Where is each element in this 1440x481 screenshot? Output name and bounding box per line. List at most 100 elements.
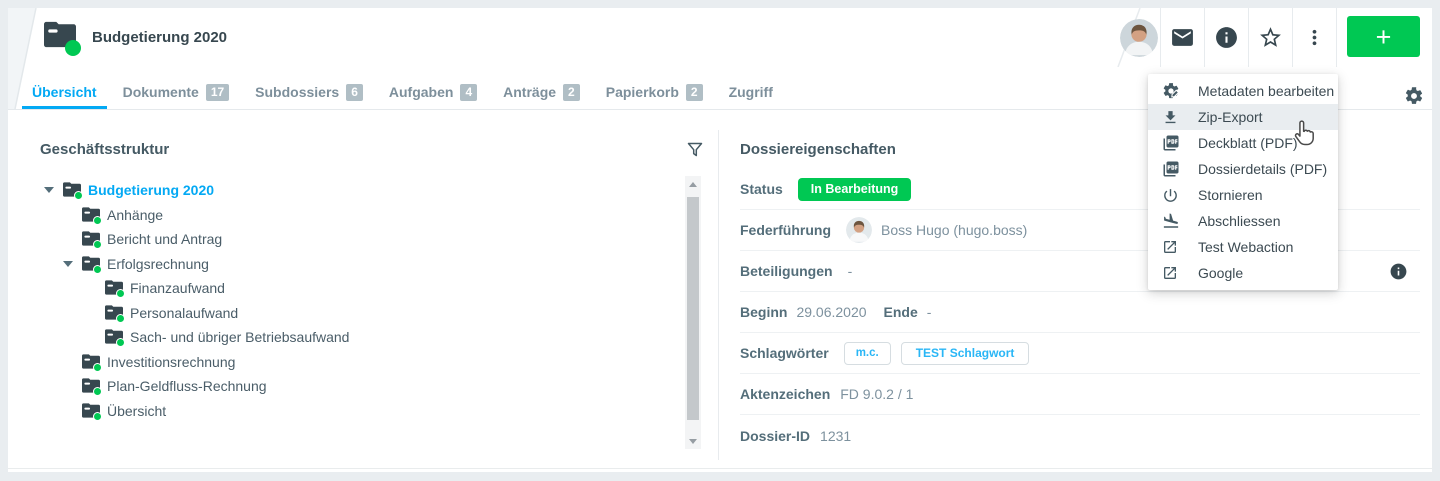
property-value: FD 9.0.2 / 1 (840, 386, 913, 402)
menu-item-deckblatt-pdf[interactable]: Deckblatt (PDF) (1148, 130, 1338, 156)
menu-item-zip-export[interactable]: Zip-Export (1148, 104, 1338, 130)
pdf-icon (1162, 134, 1180, 152)
tree-item-erfolgsrechnung[interactable]: Erfolgsrechnung (40, 252, 670, 277)
tree-item-bericht-und-antrag[interactable]: Bericht und Antrag (40, 227, 670, 252)
chevron-down-icon[interactable] (63, 261, 82, 267)
keyword-chip[interactable]: TEST Schlagwort (901, 342, 1030, 365)
filter-button[interactable] (686, 141, 704, 159)
tab-zugriff[interactable]: Zugriff (719, 80, 783, 109)
menu-item-abschliessen[interactable]: Abschliessen (1148, 208, 1338, 234)
info-icon (1389, 262, 1408, 281)
app-root: { "header": { "title": "Budgetierung 202… (0, 0, 1440, 481)
dossier-folder-icon (44, 21, 78, 53)
tree-scrollbar[interactable] (685, 176, 701, 449)
property-label: Beginn (740, 304, 787, 320)
status-dot (116, 338, 125, 347)
gear-icon (1404, 86, 1424, 106)
panel-divider (718, 130, 719, 460)
property-label: Status (740, 181, 783, 197)
status-badge: In Bearbeitung (798, 178, 912, 201)
tab-uebersicht[interactable]: Übersicht (22, 80, 107, 109)
status-dot (93, 412, 102, 421)
funnel-icon (686, 141, 704, 159)
tab-antraege[interactable]: Anträge 2 (493, 80, 590, 109)
folder-icon (82, 207, 100, 223)
property-value: - (848, 263, 853, 279)
tab-label: Anträge (503, 84, 556, 100)
tree-item-anhaenge[interactable]: Anhänge (40, 203, 670, 228)
folder-icon (105, 280, 123, 296)
status-dot (116, 289, 125, 298)
status-dot (116, 314, 125, 323)
favorite-button[interactable] (1249, 8, 1293, 67)
tree-item-sach-und-uebriger-betriebsaufwand[interactable]: Sach- und übriger Betriebsaufwand (40, 325, 670, 350)
property-row-dossier-id: Dossier-ID 1231 (740, 415, 1420, 456)
keyword-chip[interactable]: m.c. (844, 342, 891, 365)
folder-icon (82, 256, 100, 272)
tree-item-plan-geldfluss-rechnung[interactable]: Plan-Geldfluss-Rechnung (40, 374, 670, 399)
menu-item-label: Abschliessen (1198, 213, 1281, 229)
property-value: 1231 (820, 428, 851, 444)
tab-label: Dokumente (123, 84, 199, 100)
chevron-down-icon[interactable] (44, 187, 63, 193)
property-label: Beteiligungen (740, 263, 833, 279)
flight-land-icon (1162, 212, 1180, 230)
status-dot (93, 240, 102, 249)
add-button[interactable]: + (1347, 16, 1420, 57)
mail-icon (1170, 25, 1195, 50)
scroll-up-arrow[interactable] (685, 178, 701, 190)
pdf-icon (1162, 160, 1180, 178)
tab-label: Zugriff (729, 84, 773, 100)
folder-icon (105, 329, 123, 345)
menu-item-metadaten-bearbeiten[interactable]: Metadaten bearbeiten (1148, 78, 1338, 104)
menu-item-label: Dossierdetails (PDF) (1198, 161, 1327, 177)
info-button[interactable] (1205, 8, 1249, 67)
open-new-icon (1162, 264, 1180, 282)
tab-papierkorb[interactable]: Papierkorb 2 (596, 80, 713, 109)
property-value[interactable]: Boss Hugo (hugo.boss) (881, 222, 1027, 238)
tab-label: Papierkorb (606, 84, 679, 100)
kebab-menu-icon (1303, 26, 1326, 49)
header-toolbar (1117, 8, 1337, 67)
settings-gear-button[interactable] (1404, 86, 1424, 106)
property-label: Dossier-ID (740, 428, 810, 444)
tree-item-investitionsrechnung[interactable]: Investitionsrechnung (40, 350, 670, 375)
tree-item-uebersicht[interactable]: Übersicht (40, 399, 670, 424)
info-icon (1214, 25, 1239, 50)
scrollbar-thumb[interactable] (687, 197, 699, 420)
folder-icon (82, 378, 100, 394)
actions-dropdown-menu: Metadaten bearbeiten Zip-Export Deckblat… (1148, 74, 1338, 290)
menu-item-test-webaction[interactable]: Test Webaction (1148, 234, 1338, 260)
folder-icon (82, 354, 100, 370)
tab-dokumente[interactable]: Dokumente 17 (113, 80, 240, 109)
tree-item-finanzaufwand[interactable]: Finanzaufwand (40, 276, 670, 301)
property-row-schlagwoerter: Schlagwörter m.c. TEST Schlagwort (740, 333, 1420, 374)
star-icon (1258, 25, 1283, 50)
tree-item-personalaufwand[interactable]: Personalaufwand (40, 301, 670, 326)
tab-aufgaben[interactable]: Aufgaben 4 (379, 80, 487, 109)
more-actions-button[interactable] (1293, 8, 1337, 67)
scroll-down-arrow[interactable] (685, 435, 701, 447)
tab-subdossiers[interactable]: Subdossiers 6 (245, 80, 373, 109)
menu-item-dossierdetails-pdf[interactable]: Dossierdetails (PDF) (1148, 156, 1338, 182)
property-value: - (927, 304, 932, 320)
folder-icon (63, 182, 81, 198)
property-row-aktenzeichen: Aktenzeichen FD 9.0.2 / 1 (740, 374, 1420, 415)
avatar (1120, 19, 1158, 57)
download-icon (1162, 108, 1180, 126)
menu-item-google[interactable]: Google (1148, 260, 1338, 286)
tab-count-badge: 4 (460, 84, 477, 101)
mail-button[interactable] (1161, 8, 1205, 67)
tree-panel-title: Geschäftsstruktur (40, 141, 169, 158)
tree-item-budgetierung-2020[interactable]: Budgetierung 2020 (40, 178, 670, 203)
user-avatar-button[interactable] (1117, 8, 1161, 67)
open-new-icon (1162, 238, 1180, 256)
status-dot (93, 387, 102, 396)
property-label: Aktenzeichen (740, 386, 830, 402)
status-dot (93, 216, 102, 225)
tab-label: Aufgaben (389, 84, 454, 100)
menu-item-label: Zip-Export (1198, 109, 1263, 125)
row-info-button[interactable] (1389, 262, 1408, 281)
properties-panel-title: Dossiereigenschaften (740, 141, 896, 158)
menu-item-stornieren[interactable]: Stornieren (1148, 182, 1338, 208)
